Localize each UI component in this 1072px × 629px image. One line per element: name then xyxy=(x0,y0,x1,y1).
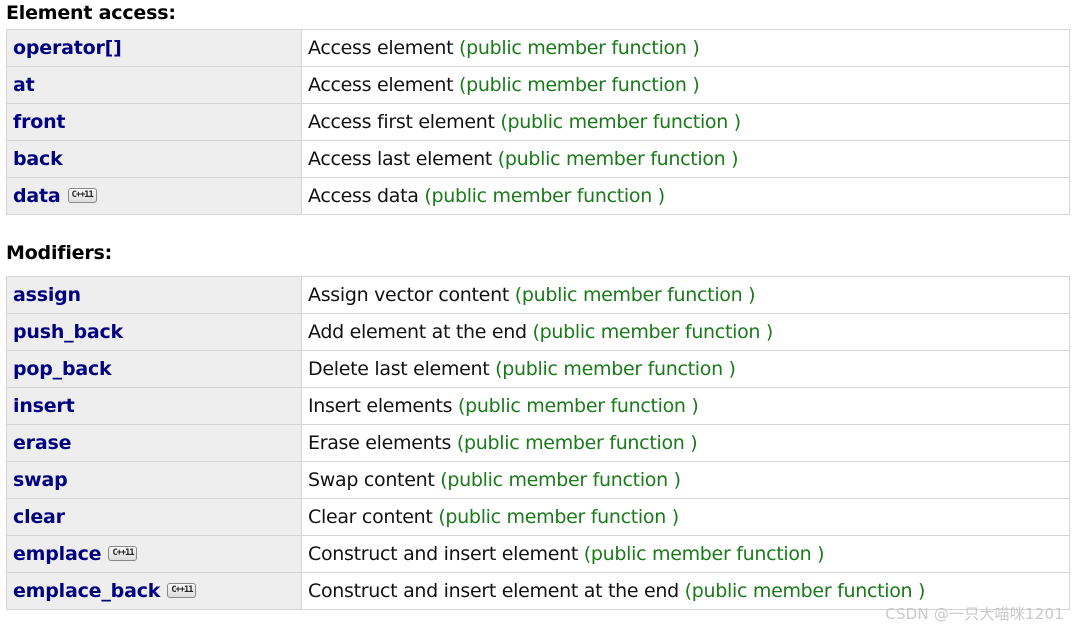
function-description-cell: Access element (public member function ) xyxy=(301,29,1070,67)
description-text: Access last element xyxy=(308,148,498,170)
description-note: (public member function ) xyxy=(684,580,926,602)
table-row[interactable]: data C++11 Access data (public member fun… xyxy=(6,177,1070,215)
function-name-cell[interactable]: erase xyxy=(6,424,302,462)
function-link[interactable]: front xyxy=(13,111,66,133)
function-link[interactable]: assign xyxy=(13,284,81,306)
description-note: (public member function ) xyxy=(440,469,681,491)
function-name-cell[interactable]: assign xyxy=(6,276,302,314)
description-note: (public member function ) xyxy=(424,185,665,207)
description-text: Add element at the end xyxy=(308,321,533,343)
function-link[interactable]: operator[] xyxy=(13,37,122,59)
description-text: Access data xyxy=(308,185,425,207)
function-link[interactable]: emplace xyxy=(13,543,102,565)
function-link[interactable]: data xyxy=(13,185,61,207)
table-row[interactable]: push_back Add element at the end (public… xyxy=(6,313,1070,351)
function-name-cell[interactable]: at xyxy=(6,66,302,104)
description-note: (public member function ) xyxy=(497,148,739,170)
function-description-cell: Add element at the end (public member fu… xyxy=(301,313,1070,351)
member-function-table-modifiers: assign Assign vector content (public mem… xyxy=(6,276,1070,610)
table-row[interactable]: insert Insert elements (public member fu… xyxy=(6,387,1070,425)
function-description-cell: Construct and insert element (public mem… xyxy=(301,535,1070,573)
table-row[interactable]: at Access element (public member functio… xyxy=(6,66,1070,104)
function-link[interactable]: pop_back xyxy=(13,358,112,380)
function-link[interactable]: back xyxy=(13,148,63,170)
function-description-cell: Swap content (public member function ) xyxy=(301,461,1070,499)
description-note: (public member function ) xyxy=(583,543,825,565)
description-text: Erase elements xyxy=(308,432,457,454)
table-body-element-access: operator[] Access element (public member… xyxy=(6,29,1070,215)
description-text: Access element xyxy=(308,74,459,96)
description-text: Construct and insert element xyxy=(308,543,584,565)
table-row[interactable]: front Access first element (public membe… xyxy=(6,103,1070,141)
table-body-modifiers: assign Assign vector content (public mem… xyxy=(6,276,1070,610)
function-description-cell: Access element (public member function ) xyxy=(301,66,1070,104)
function-link[interactable]: emplace_back xyxy=(13,580,160,602)
description-note: (public member function ) xyxy=(458,37,700,59)
cpp11-badge-icon: C++11 xyxy=(108,545,138,561)
description-note: (public member function ) xyxy=(532,321,774,343)
table-row[interactable]: swap Swap content (public member functio… xyxy=(6,461,1070,499)
description-note: (public member function ) xyxy=(495,358,736,380)
function-name-cell[interactable]: push_back xyxy=(6,313,302,351)
description-text: Insert elements xyxy=(308,395,459,417)
description-text: Access first element xyxy=(308,111,501,133)
function-description-cell: Construct and insert element at the end … xyxy=(301,572,1070,610)
function-link[interactable]: clear xyxy=(13,506,65,528)
function-name-cell[interactable]: back xyxy=(6,140,302,178)
table-row[interactable]: erase Erase elements (public member func… xyxy=(6,424,1070,462)
function-description-cell: Clear content (public member function ) xyxy=(301,498,1070,536)
function-name-cell[interactable]: swap xyxy=(6,461,302,499)
cpp11-badge-icon: C++11 xyxy=(67,187,97,203)
function-name-cell[interactable]: data C++11 xyxy=(6,177,302,215)
function-description-cell: Access first element (public member func… xyxy=(301,103,1070,141)
section-heading-element-access: Element access: xyxy=(6,2,176,24)
section-heading-modifiers: Modifiers: xyxy=(6,242,113,264)
function-description-cell: Access last element (public member funct… xyxy=(301,140,1070,178)
function-name-cell[interactable]: operator[] xyxy=(6,29,302,67)
function-name-cell[interactable]: emplace_back C++11 xyxy=(6,572,302,610)
description-note: (public member function ) xyxy=(500,111,741,133)
reference-page: Element access: operator[] Access elemen… xyxy=(0,0,1072,629)
description-text: Swap content xyxy=(308,469,441,491)
table-row[interactable]: emplace_back C++11 Construct and insert e… xyxy=(6,572,1070,610)
function-name-cell[interactable]: emplace C++11 xyxy=(6,535,302,573)
function-name-cell[interactable]: insert xyxy=(6,387,302,425)
description-note: (public member function ) xyxy=(514,284,756,306)
description-note: (public member function ) xyxy=(458,74,700,96)
description-text: Delete last element xyxy=(308,358,496,380)
function-link[interactable]: swap xyxy=(13,469,68,491)
table-row[interactable]: clear Clear content (public member funct… xyxy=(6,498,1070,536)
table-row[interactable]: back Access last element (public member … xyxy=(6,140,1070,178)
function-link[interactable]: insert xyxy=(13,395,75,417)
table-row[interactable]: assign Assign vector content (public mem… xyxy=(6,276,1070,314)
table-row[interactable]: operator[] Access element (public member… xyxy=(6,29,1070,67)
function-link[interactable]: erase xyxy=(13,432,71,454)
function-name-cell[interactable]: front xyxy=(6,103,302,141)
function-name-cell[interactable]: clear xyxy=(6,498,302,536)
function-description-cell: Delete last element (public member funct… xyxy=(301,350,1070,388)
function-description-cell: Access data (public member function ) xyxy=(301,177,1070,215)
description-note: (public member function ) xyxy=(438,506,679,528)
function-link[interactable]: push_back xyxy=(13,321,123,343)
description-text: Access element xyxy=(308,37,459,59)
description-note: (public member function ) xyxy=(456,432,698,454)
cpp11-badge-icon: C++11 xyxy=(167,582,197,598)
description-note: (public member function ) xyxy=(458,395,699,417)
function-link[interactable]: at xyxy=(13,74,35,96)
function-name-cell[interactable]: pop_back xyxy=(6,350,302,388)
description-text: Construct and insert element at the end xyxy=(308,580,685,602)
description-text: Clear content xyxy=(308,506,439,528)
table-row[interactable]: pop_back Delete last element (public mem… xyxy=(6,350,1070,388)
table-row[interactable]: emplace C++11 Construct and insert elemen… xyxy=(6,535,1070,573)
function-description-cell: Erase elements (public member function ) xyxy=(301,424,1070,462)
member-function-table-element-access: operator[] Access element (public member… xyxy=(6,29,1070,215)
function-description-cell: Insert elements (public member function … xyxy=(301,387,1070,425)
description-text: Assign vector content xyxy=(308,284,515,306)
function-description-cell: Assign vector content (public member fun… xyxy=(301,276,1070,314)
